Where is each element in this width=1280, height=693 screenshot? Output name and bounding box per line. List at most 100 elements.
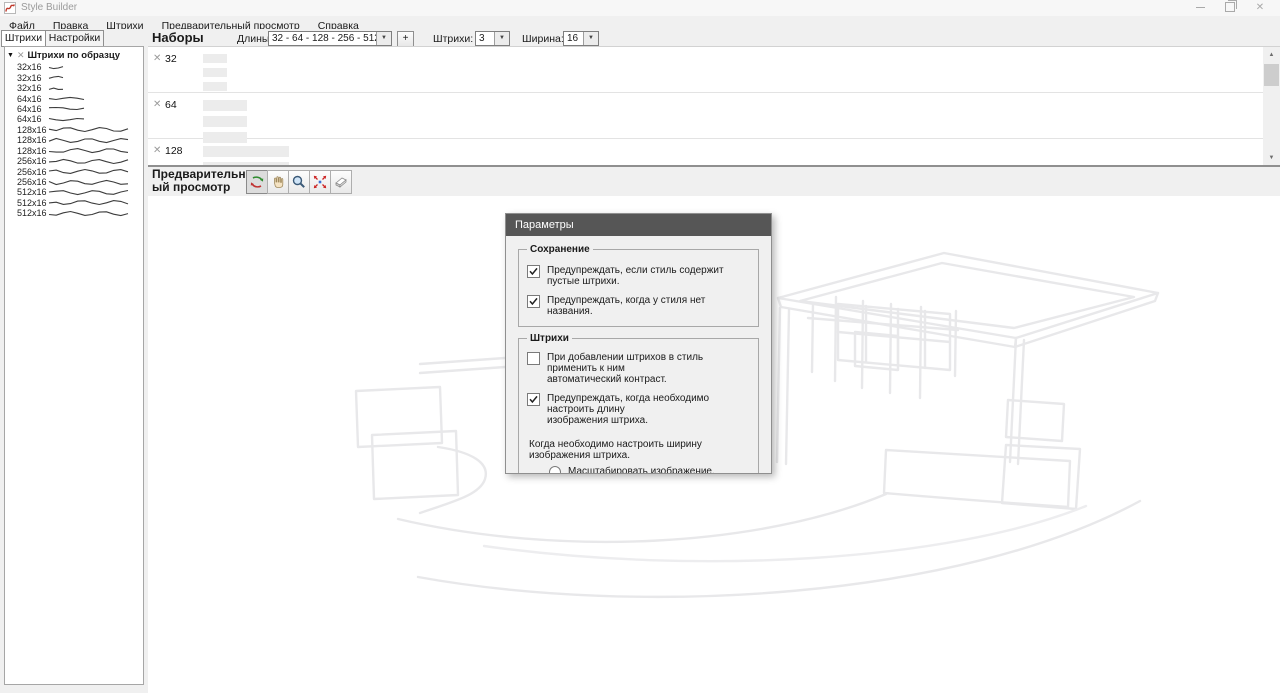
delete-root-icon[interactable]: ✕ xyxy=(17,50,25,61)
chevron-down-icon[interactable]: ▼ xyxy=(583,32,598,45)
checkbox-row: Предупреждать, когда необходимо настроит… xyxy=(527,393,750,426)
checkbox-checked-icon[interactable] xyxy=(527,295,540,308)
strokes-label: Штрихи: xyxy=(433,33,473,45)
scrollbar-thumb[interactable] xyxy=(1264,64,1279,86)
empty-stroke-slot[interactable] xyxy=(203,54,227,63)
checkbox-label: Предупреждать, если стиль содержит пусты… xyxy=(547,265,750,287)
stroke-slots xyxy=(203,100,247,143)
orbit-tool-button[interactable] xyxy=(246,170,268,194)
tree-item[interactable]: 64x16 xyxy=(5,114,143,124)
zoom-icon xyxy=(291,174,307,190)
tree-item[interactable]: 32x16 xyxy=(5,72,143,82)
empty-stroke-slot[interactable] xyxy=(203,68,227,77)
sets-rows: ✕32✕64✕128 xyxy=(148,47,1263,165)
tree-item-label: 32x16 xyxy=(17,83,48,93)
tree-item[interactable]: 128x16 xyxy=(5,146,143,156)
set-size-label: 64 xyxy=(165,99,177,111)
stroke-slots xyxy=(203,54,227,91)
radio-unselected-icon[interactable] xyxy=(549,466,561,475)
tree-item-label: 512x16 xyxy=(17,198,48,208)
chevron-down-icon[interactable]: ▼ xyxy=(376,32,391,45)
strokes-group: Штрихи При добавлении штрихов в стиль пр… xyxy=(518,333,759,474)
delete-set-icon[interactable]: ✕ xyxy=(153,53,161,64)
stroke-preview-line xyxy=(48,208,131,219)
collapse-caret-icon[interactable]: ▼ xyxy=(7,52,14,59)
tree-item-label: 128x16 xyxy=(17,146,48,156)
tree-item-label: 512x16 xyxy=(17,208,48,218)
stroke-preview-line xyxy=(48,103,87,114)
pan-icon xyxy=(270,174,286,190)
tree-item[interactable]: 64x16 xyxy=(5,93,143,103)
width-combobox[interactable]: 16 ▼ xyxy=(563,31,599,46)
tree-item[interactable]: 512x16 xyxy=(5,208,143,218)
stroke-preview-line xyxy=(48,114,87,125)
close-button[interactable]: ✕ xyxy=(1245,0,1275,16)
stroke-preview-line xyxy=(48,83,66,94)
stroke-preview-line xyxy=(48,187,131,198)
empty-stroke-slot[interactable] xyxy=(203,100,247,111)
tree-item-label: 256x16 xyxy=(17,167,48,177)
stroke-preview-line xyxy=(48,62,66,73)
chevron-down-icon[interactable]: ▼ xyxy=(494,32,509,45)
restore-button[interactable] xyxy=(1215,0,1245,16)
lengths-combobox[interactable]: 32 - 64 - 128 - 256 - 512 пикс. ▼ xyxy=(268,31,392,46)
stroke-preview-line xyxy=(48,93,87,104)
tab-strokes[interactable]: Штрихи xyxy=(1,30,46,47)
eraser-tool-button[interactable] xyxy=(330,170,352,194)
set-size-label: 32 xyxy=(165,53,177,65)
minimize-button[interactable] xyxy=(1185,0,1215,16)
tree-item[interactable]: 512x16 xyxy=(5,198,143,208)
strokes-tree-list: 32x1632x1632x1664x1664x1664x16128x16128x… xyxy=(5,62,143,219)
save-group-legend: Сохранение xyxy=(527,244,593,255)
close-icon: ✕ xyxy=(1256,2,1264,13)
strokes-combobox[interactable]: 3 ▼ xyxy=(475,31,510,46)
checkbox-checked-icon[interactable] xyxy=(527,393,540,406)
set-row: ✕ 64 xyxy=(148,93,1263,139)
tree-item[interactable]: 256x16 xyxy=(5,177,143,187)
app-icon xyxy=(4,2,16,14)
sets-panel-title: Наборы xyxy=(152,30,204,45)
empty-stroke-slot[interactable] xyxy=(203,116,247,127)
sets-panel: ✕32✕64✕128 ▲ ▼ xyxy=(148,46,1280,165)
dialog-titlebar[interactable]: Параметры xyxy=(506,214,771,236)
tree-root[interactable]: ▼ ✕ Штрихи по образцу xyxy=(5,47,143,62)
tab-settings[interactable]: Настройки xyxy=(45,30,104,47)
checkbox-label: Предупреждать, когда у стиля нет названи… xyxy=(547,295,750,317)
tree-item-label: 64x16 xyxy=(17,104,48,114)
restore-icon xyxy=(1225,2,1235,12)
window-title: Style Builder xyxy=(21,2,77,13)
tree-item-label: 64x16 xyxy=(17,114,48,124)
delete-set-icon[interactable]: ✕ xyxy=(153,145,161,156)
tree-item[interactable]: 64x16 xyxy=(5,104,143,114)
scroll-up-icon[interactable]: ▲ xyxy=(1263,47,1280,63)
tree-item[interactable]: 128x16 xyxy=(5,125,143,135)
empty-stroke-slot[interactable] xyxy=(203,82,227,91)
zoom-extents-tool-button[interactable] xyxy=(309,170,331,194)
checkbox-row: Предупреждать, когда у стиля нет названи… xyxy=(527,295,750,317)
pan-tool-button[interactable] xyxy=(267,170,289,194)
preview-title: Предварительн ый просмотр xyxy=(152,168,246,194)
tree-item[interactable]: 32x16 xyxy=(5,83,143,93)
tree-item[interactable]: 512x16 xyxy=(5,187,143,197)
tree-item[interactable]: 32x16 xyxy=(5,62,143,72)
stroke-preview-line xyxy=(48,177,131,188)
checkbox-checked-icon[interactable] xyxy=(527,265,540,278)
sets-scrollbar[interactable]: ▲ ▼ xyxy=(1263,47,1280,165)
menu-bar: ФайлПравкаШтрихиПредварительный просмотр… xyxy=(0,16,1280,29)
zoom-extents-icon xyxy=(312,174,328,190)
stroke-preview-line xyxy=(48,135,131,146)
tree-item[interactable]: 256x16 xyxy=(5,156,143,166)
tree-item[interactable]: 128x16 xyxy=(5,135,143,145)
tree-root-label: Штрихи по образцу xyxy=(27,50,120,61)
delete-set-icon[interactable]: ✕ xyxy=(153,99,161,110)
tree-item-label: 512x16 xyxy=(17,187,48,197)
empty-stroke-slot[interactable] xyxy=(203,146,289,157)
checkbox-unchecked-icon[interactable] xyxy=(527,352,540,365)
strokes-tree-panel: ▼ ✕ Штрихи по образцу 32x1632x1632x1664x… xyxy=(4,46,144,685)
tree-item-label: 64x16 xyxy=(17,94,48,104)
width-radios: Масштабировать изображение.Обрезать или … xyxy=(527,466,750,474)
scroll-down-icon[interactable]: ▼ xyxy=(1263,150,1280,165)
zoom-tool-button[interactable] xyxy=(288,170,310,194)
tree-item-label: 128x16 xyxy=(17,135,48,145)
tree-item[interactable]: 256x16 xyxy=(5,166,143,176)
